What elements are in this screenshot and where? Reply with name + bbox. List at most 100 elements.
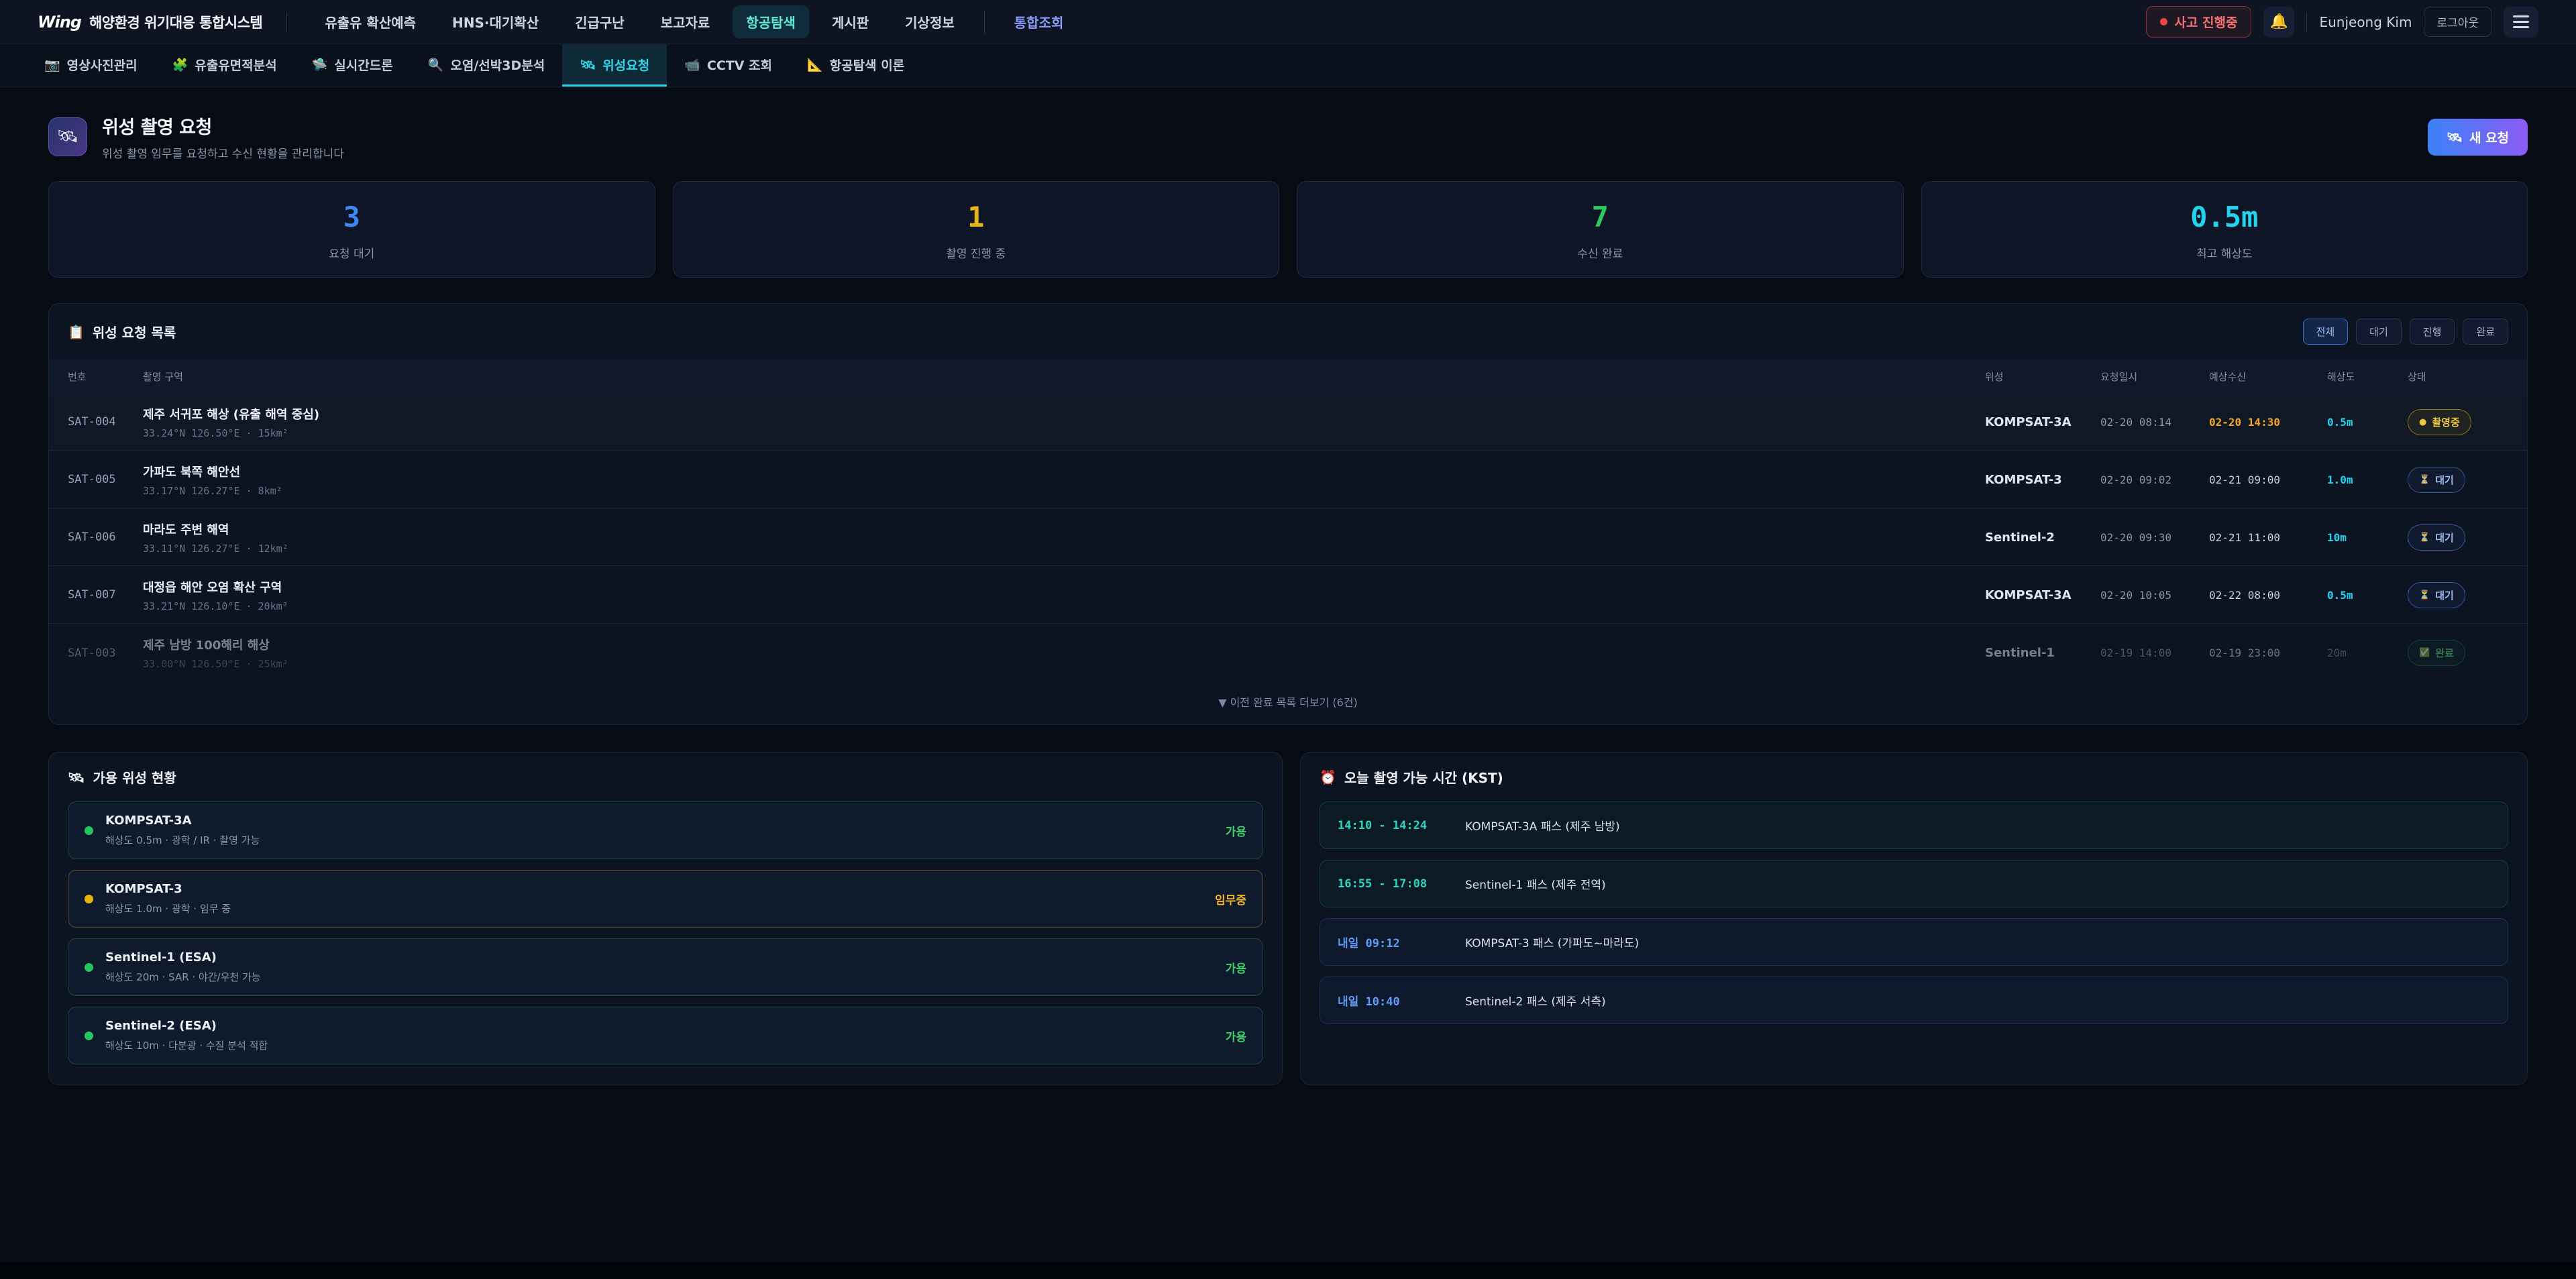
- satellite-name: KOMPSAT-3A: [1985, 588, 2100, 602]
- satellite-item: KOMPSAT-3A 해상도 0.5m · 광학 / IR · 촬영 가능 가용: [68, 801, 1263, 859]
- tab-label: 영상사진관리: [67, 56, 138, 74]
- app-logo[interactable]: Wing 해양환경 위기대응 통합시스템: [38, 12, 262, 32]
- satellite-status: 임무중: [1215, 891, 1246, 907]
- col-resolution: 해상도: [2327, 370, 2408, 384]
- stat-card-best-resolution: 0.5m 최고 해상도: [1921, 181, 2528, 278]
- zone-coords: 33.17°N 126.27°E · 8km²: [143, 485, 1985, 497]
- stat-card-pending: 3 요청 대기: [48, 181, 655, 278]
- nav-item-board[interactable]: 게시판: [818, 5, 882, 38]
- tab-label: 오염/선박3D분석: [450, 56, 545, 74]
- show-more-link[interactable]: ▼ 이전 완료 목록 더보기 (6건): [49, 681, 2527, 724]
- bell-icon: 🔔: [2270, 13, 2288, 30]
- status-dot-icon: [85, 895, 93, 903]
- status-dot-icon: [85, 963, 93, 972]
- satellite-name: Sentinel-1 (ESA): [105, 950, 261, 964]
- check-icon: ✅: [2419, 648, 2430, 658]
- table-row[interactable]: SAT-006 마라도 주변 해역 33.11°N 126.27°E · 12k…: [49, 508, 2527, 566]
- stat-card-received: 7 수신 완료: [1297, 181, 1904, 278]
- magnifier-icon: 🔍: [428, 57, 444, 72]
- table-row[interactable]: SAT-003 제주 남방 100해리 해상 33.00°N 126.50°E …: [49, 624, 2527, 681]
- requested-at: 02-20 09:30: [2100, 531, 2209, 544]
- tab-cctv[interactable]: 📹 CCTV 조회: [667, 44, 790, 87]
- cctv-icon: 📹: [684, 57, 700, 72]
- zone-name: 대정읍 해안 오염 확산 구역: [143, 578, 1985, 596]
- filter-waiting[interactable]: 대기: [2356, 319, 2402, 345]
- expected-at: 02-22 08:00: [2209, 589, 2327, 602]
- logo-mark-icon: Wing: [38, 13, 81, 32]
- alarm-clock-icon: ⏰: [1320, 769, 1336, 785]
- nav-item-rescue[interactable]: 긴급구난: [561, 5, 638, 38]
- satellite-status: 가용: [1226, 1027, 1246, 1044]
- schedule-item: 14:10 - 14:24 KOMPSAT-3A 패스 (제주 남방): [1320, 801, 2508, 849]
- tab-label: 위성요청: [602, 56, 649, 74]
- capture-schedule-panel: ⏰ 오늘 촬영 가능 시간 (KST) 14:10 - 14:24 KOMPSA…: [1300, 752, 2528, 1085]
- col-status: 상태: [2408, 370, 2508, 384]
- new-request-button[interactable]: 🛰 새 요청: [2428, 119, 2528, 156]
- page-title: 위성 촬영 요청: [102, 113, 344, 139]
- satellite-name: Sentinel-2: [1985, 531, 2100, 545]
- status-badge: ✅ 완료: [2408, 640, 2465, 666]
- satellite-item: Sentinel-2 (ESA) 해상도 10m · 다분광 · 수질 분석 적…: [68, 1007, 1263, 1064]
- table-body: SAT-004 제주 서귀포 해상 (유출 해역 중심) 33.24°N 126…: [49, 393, 2527, 681]
- satellite-icon: 🛰: [580, 57, 596, 72]
- nav-item-reports[interactable]: 보고자료: [647, 5, 724, 38]
- col-zone: 촬영 구역: [143, 370, 1985, 384]
- tab-image-management[interactable]: 📷 영상사진관리: [27, 44, 155, 87]
- nav-item-weather[interactable]: 기상정보: [892, 5, 968, 38]
- requested-at: 02-20 10:05: [2100, 589, 2209, 602]
- nav-item-aerial-search[interactable]: 항공탐색: [733, 5, 809, 38]
- satellite-desc: 해상도 1.0m · 광학 · 임무 중: [105, 901, 231, 915]
- tab-realtime-drone[interactable]: 🛸 실시간드론: [294, 44, 411, 87]
- filter-in-progress[interactable]: 진행: [2410, 319, 2455, 345]
- tab-oil-area-analysis[interactable]: 🧩 유출유면적분석: [155, 44, 294, 87]
- drone-icon: 🛸: [312, 57, 328, 72]
- zone-name: 제주 남방 100해리 해상: [143, 636, 1985, 653]
- satellite-name: KOMPSAT-3A: [105, 814, 260, 828]
- divider: [2306, 12, 2307, 32]
- zone-coords: 33.24°N 126.50°E · 15km²: [143, 427, 1985, 439]
- table-row[interactable]: SAT-007 대정읍 해안 오염 확산 구역 33.21°N 126.10°E…: [49, 566, 2527, 624]
- ruler-icon: 📐: [807, 57, 823, 72]
- bottom-strip: [0, 1262, 2576, 1279]
- filter-done[interactable]: 완료: [2463, 319, 2508, 345]
- notifications-button[interactable]: 🔔: [2263, 7, 2294, 38]
- schedule-item: 16:55 - 17:08 Sentinel-1 패스 (제주 전역): [1320, 860, 2508, 907]
- nav-item-integrated-search[interactable]: 통합조회: [1001, 5, 1077, 38]
- satellite-name: KOMPSAT-3: [105, 882, 231, 896]
- filter-all[interactable]: 전체: [2303, 319, 2349, 345]
- camera-icon: 📷: [44, 57, 60, 72]
- tab-satellite-request[interactable]: 🛰 위성요청: [562, 44, 667, 87]
- stat-label: 수신 완료: [1304, 244, 1896, 261]
- incident-status-badge[interactable]: 사고 진행중: [2146, 6, 2251, 38]
- nav-item-oil-spill[interactable]: 유출유 확산예측: [311, 5, 429, 38]
- page-header: 🛰 위성 촬영 요청 위성 촬영 임무를 요청하고 수신 현황을 관리합니다 🛰…: [48, 113, 2528, 161]
- satellite-status: 가용: [1226, 822, 1246, 839]
- request-id: SAT-007: [68, 588, 143, 602]
- page-subtitle: 위성 촬영 임무를 요청하고 수신 현황을 관리합니다: [102, 144, 344, 161]
- logout-button[interactable]: 로그아웃: [2424, 7, 2491, 37]
- stat-label: 최고 해상도: [1929, 244, 2521, 261]
- stat-card-in-progress: 1 촬영 진행 중: [673, 181, 1280, 278]
- status-filters: 전체 대기 진행 완료: [2303, 319, 2508, 345]
- hourglass-icon: ⏳: [2419, 590, 2430, 600]
- nav-item-hns[interactable]: HNS·대기확산: [439, 5, 552, 38]
- satellite-name: KOMPSAT-3A: [1985, 415, 2100, 429]
- tab-pollution-3d-analysis[interactable]: 🔍 오염/선박3D분석: [411, 44, 562, 87]
- table-row[interactable]: SAT-004 제주 서귀포 해상 (유출 해역 중심) 33.24°N 126…: [49, 393, 2527, 451]
- zone-coords: 33.21°N 126.10°E · 20km²: [143, 600, 1985, 612]
- pass-label: Sentinel-2 패스 (제주 서측): [1465, 992, 1606, 1009]
- resolution: 20m: [2327, 647, 2408, 659]
- app-title: 해양환경 위기대응 통합시스템: [89, 12, 262, 32]
- satellite-name: KOMPSAT-3: [1985, 473, 2100, 487]
- menu-button[interactable]: [2504, 7, 2538, 38]
- table-row[interactable]: SAT-005 가파도 북쪽 해안선 33.17°N 126.27°E · 8k…: [49, 451, 2527, 508]
- requested-at: 02-20 09:02: [2100, 474, 2209, 486]
- request-id: SAT-004: [68, 415, 143, 429]
- satellite-desc: 해상도 10m · 다분광 · 수질 분석 적합: [105, 1038, 268, 1052]
- satellite-item: KOMPSAT-3 해상도 1.0m · 광학 · 임무 중 임무중: [68, 870, 1263, 928]
- stat-label: 촬영 진행 중: [680, 244, 1273, 261]
- satellites-panel-title: 🛰 가용 위성 현황: [68, 767, 176, 787]
- schedule-item: 내일 10:40 Sentinel-2 패스 (제주 서측): [1320, 977, 2508, 1024]
- tab-aerial-theory[interactable]: 📐 항공탐색 이론: [790, 44, 922, 87]
- status-badge: ⏳ 대기: [2408, 582, 2465, 608]
